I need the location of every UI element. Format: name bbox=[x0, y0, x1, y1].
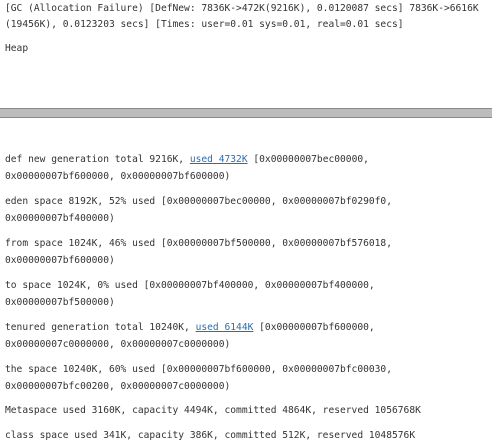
tenured-generation-entry: tenured generation total 10240K, used 61… bbox=[5, 319, 489, 353]
def-new-generation-used-link[interactable]: used 4732K bbox=[190, 154, 248, 165]
heap-details-pane: def new generation total 9216K, used 473… bbox=[0, 118, 492, 447]
def-new-generation-entry: def new generation total 9216K, used 473… bbox=[5, 151, 489, 185]
def-new-generation-prefix: def new generation total 9216K, bbox=[5, 154, 190, 165]
from-space-entry: from space 1024K, 46% used [0x00000007bf… bbox=[5, 238, 392, 266]
class-space-entry: class space used 341K, capacity 386K, co… bbox=[5, 430, 416, 441]
to-space-entry: to space 1024K, 0% used [0x00000007bf400… bbox=[5, 280, 375, 308]
tenured-generation-used-link[interactable]: used 6144K bbox=[196, 322, 254, 333]
gc-log-pane: [GC (Allocation Failure) [DefNew: 7836K-… bbox=[0, 0, 492, 108]
heap-label: Heap bbox=[5, 43, 29, 54]
tenured-generation-prefix: tenured generation total 10240K, bbox=[5, 322, 196, 333]
pane-splitter[interactable] bbox=[0, 108, 492, 118]
metaspace-entry: Metaspace used 3160K, capacity 4494K, co… bbox=[5, 405, 421, 416]
the-space-entry: the space 10240K, 60% used [0x00000007bf… bbox=[5, 364, 392, 392]
gc-log-line: [GC (Allocation Failure) [DefNew: 7836K-… bbox=[5, 3, 479, 30]
eden-space-entry: eden space 8192K, 52% used [0x00000007be… bbox=[5, 196, 392, 224]
